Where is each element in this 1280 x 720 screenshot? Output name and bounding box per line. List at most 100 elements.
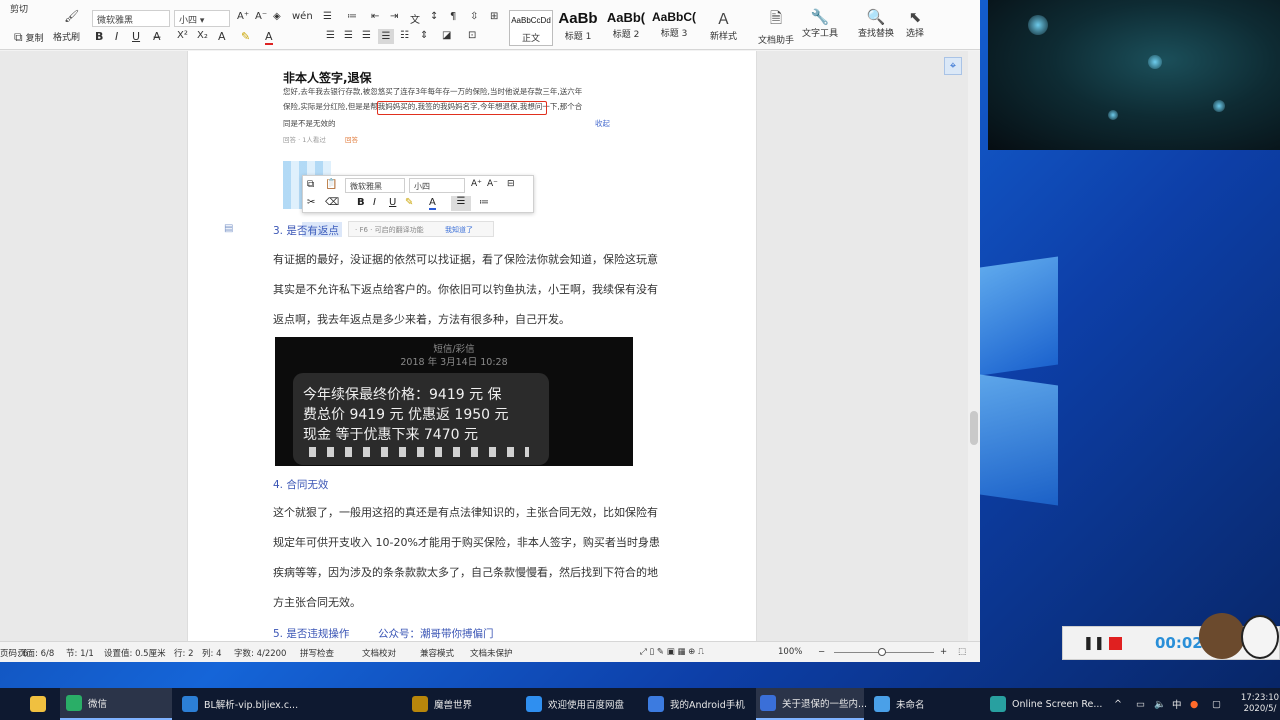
subscript-icon[interactable]: X₂	[197, 30, 208, 41]
italic-icon[interactable]: I	[115, 30, 118, 43]
taskbar-item-android[interactable]: 我的Android手机	[644, 688, 754, 720]
align-center-icon[interactable]: ☰	[344, 30, 353, 41]
bold-icon[interactable]: B	[95, 30, 103, 43]
select-button[interactable]: ⬉ 选择	[906, 8, 924, 39]
style-heading-3[interactable]: AaBbC( 标题 3	[652, 10, 696, 46]
scrollbar-thumb[interactable]	[970, 411, 978, 445]
grow-font-icon[interactable]: A⁺	[237, 11, 249, 22]
bullet-list-icon[interactable]: ☰	[323, 11, 332, 22]
status-word-count[interactable]: 字数: 4/2200	[234, 647, 286, 659]
file-explorer-icon[interactable]	[30, 688, 50, 720]
style-heading-2[interactable]: AaBb( 标题 2	[604, 10, 648, 46]
cut-button[interactable]: 剪切	[10, 2, 28, 15]
indent-decrease-icon[interactable]: ⇤	[371, 11, 379, 22]
border-icon[interactable]: ⊡	[468, 30, 476, 41]
float-eraser-icon[interactable]: ⌫	[325, 197, 339, 208]
align-justify-icon[interactable]: ☰	[378, 29, 394, 44]
new-style-button[interactable]: Ａ 新样式	[710, 8, 737, 42]
float-highlight-icon[interactable]: ✎	[405, 197, 413, 208]
phonetic-icon[interactable]: wén	[292, 11, 313, 22]
float-cut-icon[interactable]: ✂	[307, 197, 315, 208]
taskbar-item-document[interactable]: 关于退保的一些内...	[756, 688, 867, 720]
taskbar-item-untitled[interactable]: 未命名	[870, 688, 980, 720]
font-size-select[interactable]: 小四 ▾	[174, 10, 230, 27]
game-video-window[interactable]	[988, 0, 1280, 150]
style-normal[interactable]: AaBbCcDd 正文	[509, 10, 553, 46]
location-pin-icon[interactable]: ⌖	[944, 57, 962, 75]
copy-button[interactable]: ⧉ 复制	[14, 30, 44, 45]
status-proofread[interactable]: 文档校对	[362, 647, 396, 659]
align-right-icon[interactable]: ☰	[362, 30, 371, 41]
taskbar-item-baidu-pan[interactable]: 欢迎使用百度网盘	[522, 688, 640, 720]
shading-icon[interactable]: ◪	[442, 30, 451, 41]
font-color-icon[interactable]: A	[265, 30, 273, 45]
network-icon[interactable]: ▭	[1136, 688, 1150, 720]
status-spell-check[interactable]: 拼写检查	[300, 647, 334, 659]
float-underline-icon[interactable]: U	[389, 197, 396, 208]
doc-helper-button[interactable]: 🗎 文档助手	[758, 8, 794, 46]
taskbar-item-wow[interactable]: 魔兽世界	[408, 688, 518, 720]
find-replace-button[interactable]: 🔍 查找替换	[858, 8, 894, 39]
app-tray-icon[interactable]: ●	[1190, 688, 1204, 720]
taskbar-item-wechat[interactable]: 微信	[60, 688, 172, 720]
zoom-in-icon[interactable]: +	[940, 647, 947, 657]
document-canvas[interactable]: 非本人签字,退保 您好,去年我去银行存款,被忽悠买了连存3年每年存一万的保险,当…	[0, 51, 980, 641]
strikethrough-icon[interactable]: A̶	[153, 30, 161, 43]
status-page[interactable]: 页面: 6/8	[18, 647, 54, 659]
text-tools-button[interactable]: 🔧 文字工具	[802, 8, 838, 39]
float-shrink-font-icon[interactable]: A⁻	[487, 179, 498, 189]
float-style-icon[interactable]: ⊟	[507, 179, 515, 189]
underline-icon[interactable]: U	[132, 30, 140, 43]
highlight-icon[interactable]: ✎	[241, 30, 250, 43]
superscript-icon[interactable]: X²	[177, 30, 188, 41]
pause-icon[interactable]: ❚❚	[1083, 636, 1105, 651]
float-align-icon[interactable]: ☰	[451, 196, 471, 211]
number-list-icon[interactable]: ≔	[347, 11, 357, 22]
chinese-layout-icon[interactable]: 文	[410, 11, 420, 26]
sort-icon[interactable]: ↕	[430, 11, 438, 22]
taskbar-item-screen-recorder[interactable]: Online Screen Re...	[986, 688, 1102, 720]
font-name-select[interactable]: 微软雅黑	[92, 10, 170, 27]
view-mode-icons[interactable]: ⤢ ▯ ✎ ▣ ▦ ⊕ ⎍	[640, 647, 704, 657]
stop-icon[interactable]	[1109, 637, 1122, 650]
shrink-font-icon[interactable]: A⁻	[255, 11, 267, 22]
float-font-color-icon[interactable]: A	[429, 197, 436, 210]
clock[interactable]: 17:23:10 2020/5/	[1240, 688, 1280, 720]
float-copy-icon[interactable]: ⧉	[307, 179, 314, 190]
status-unprotected[interactable]: 文档未保护	[470, 647, 513, 659]
input-method-icon[interactable]: 中	[1172, 688, 1186, 720]
windows-logo-bottom-left	[980, 374, 1058, 506]
distributed-icon[interactable]: ☷	[400, 30, 409, 41]
para3-line-1: 有证据的最好，没证据的依然可以找证据，看了保险法你就会知道，保险这玩意	[273, 253, 658, 266]
quote-collapse-link[interactable]: 收起	[595, 117, 610, 131]
indent-increase-icon[interactable]: ⇥	[390, 11, 398, 22]
tray-arrow-icon[interactable]: ^	[1114, 688, 1126, 720]
document-page[interactable]: 非本人签字,退保 您好,去年我去银行存款,被忽悠买了连存3年每年存一万的保险,当…	[187, 51, 757, 641]
table-icon[interactable]: ⊞	[490, 11, 498, 22]
text-effect-icon[interactable]: A	[218, 30, 226, 43]
zoom-out-icon[interactable]: −	[818, 647, 825, 657]
show-marks-icon[interactable]: ¶	[450, 11, 456, 22]
tip-ok-button[interactable]: 我知道了	[445, 225, 473, 235]
vertical-scrollbar[interactable]	[968, 51, 980, 641]
line-spacing-2-icon[interactable]: ⇕	[420, 30, 428, 41]
float-paste-icon[interactable]: 📋	[325, 179, 337, 190]
float-grow-font-icon[interactable]: A⁺	[471, 179, 482, 189]
style-heading-1[interactable]: AaBb 标题 1	[556, 10, 600, 46]
float-size-select[interactable]: 小四	[409, 178, 465, 193]
float-italic-icon[interactable]: I	[373, 197, 376, 208]
zoom-slider-thumb[interactable]	[878, 648, 886, 656]
format-painter-button[interactable]: 格式刷	[53, 30, 80, 43]
float-font-select[interactable]: 微软雅黑	[345, 178, 405, 193]
float-list-icon[interactable]: ≔	[479, 197, 489, 208]
align-left-icon[interactable]: ☰	[326, 30, 335, 41]
zoom-level[interactable]: 100%	[778, 647, 802, 657]
taskbar-item-browser[interactable]: BL解析-vip.bljiex.c...	[178, 688, 298, 720]
clear-format-icon[interactable]: ◈	[273, 11, 281, 22]
sms-header: 短信/彩信	[433, 344, 475, 355]
notification-icon[interactable]: ▢	[1212, 688, 1222, 720]
zoom-fit-icon[interactable]: ⬚	[958, 647, 966, 657]
volume-icon[interactable]: 🔈	[1154, 688, 1168, 720]
line-spacing-icon[interactable]: ⇳	[470, 11, 478, 22]
float-bold-icon[interactable]: B	[357, 197, 365, 208]
